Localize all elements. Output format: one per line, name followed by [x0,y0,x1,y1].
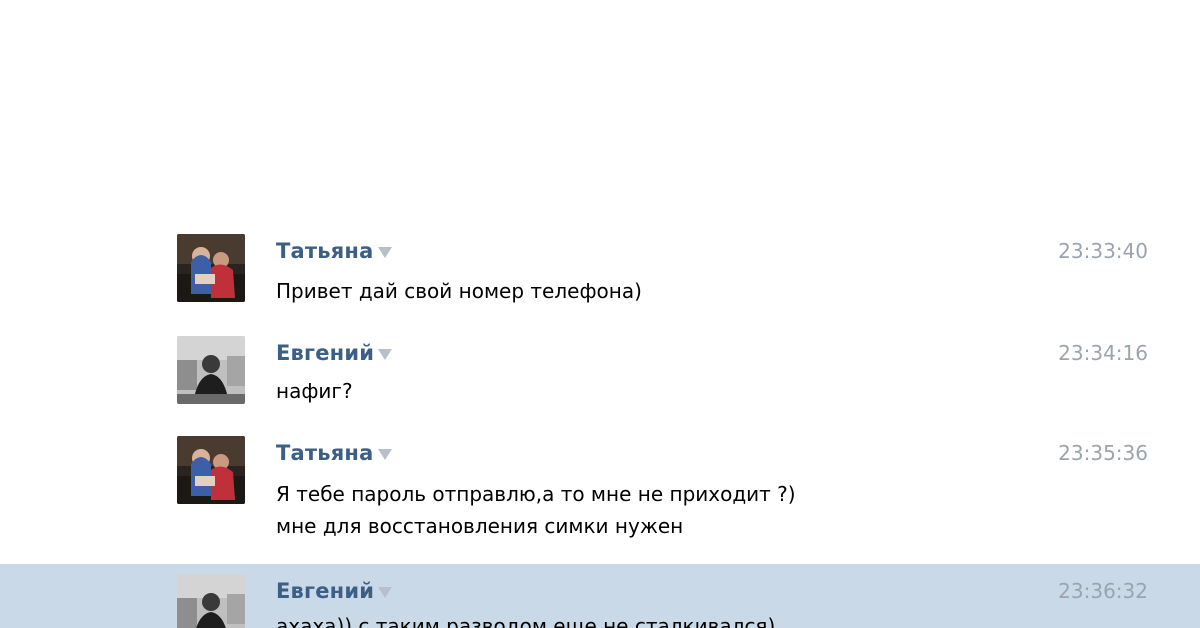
user-avatar[interactable] [177,336,245,404]
message-text: Привет дай свой номер телефона) [276,275,642,307]
message-time: 23:36:32 [1058,579,1148,603]
evgeny-avatar-image [177,574,245,628]
tatyana-avatar-image [177,234,245,302]
author-row: Евгений [276,578,393,604]
chevron-down-icon[interactable] [377,247,392,258]
user-avatar[interactable] [177,234,245,302]
message-item-highlighted: Евгений 23:36:32 ахаха)) с таким разводо… [0,564,1200,628]
message-line: мне для восстановления симки нужен [276,514,684,538]
tatyana-avatar-image [177,436,245,504]
message-line: ахаха)) с таким разводом еще не сталкива… [276,614,776,628]
message-text: Я тебе пароль отправлю,а то мне не прихо… [276,478,796,542]
author-row: Татьяна [276,440,392,466]
chevron-down-icon[interactable] [378,349,393,360]
chevron-down-icon[interactable] [377,449,392,460]
author-name[interactable]: Евгений [276,341,374,365]
message-time: 23:35:36 [1058,441,1148,465]
message-time: 23:33:40 [1058,239,1148,263]
message-text: нафиг? [276,375,353,407]
message-item: Татьяна 23:33:40 Привет дай свой номер т… [0,228,1200,318]
message-line: Привет дай свой номер телефона) [276,279,642,303]
message-line: нафиг? [276,379,353,403]
user-avatar[interactable] [177,574,245,628]
message-time: 23:34:16 [1058,341,1148,365]
author-name[interactable]: Татьяна [276,441,374,465]
message-line: Я тебе пароль отправлю,а то мне не прихо… [276,482,796,506]
author-row: Евгений [276,340,393,366]
author-row: Татьяна [276,238,392,264]
chevron-down-icon[interactable] [378,587,393,598]
user-avatar[interactable] [177,436,245,504]
author-name[interactable]: Татьяна [276,239,374,263]
message-item: Евгений 23:34:16 нафиг? [0,330,1200,420]
evgeny-avatar-image [177,336,245,404]
author-name[interactable]: Евгений [276,579,374,603]
message-text: ахаха)) с таким разводом еще не сталкива… [276,610,775,628]
message-item: Татьяна 23:35:36 Я тебе пароль отправлю,… [0,430,1200,560]
